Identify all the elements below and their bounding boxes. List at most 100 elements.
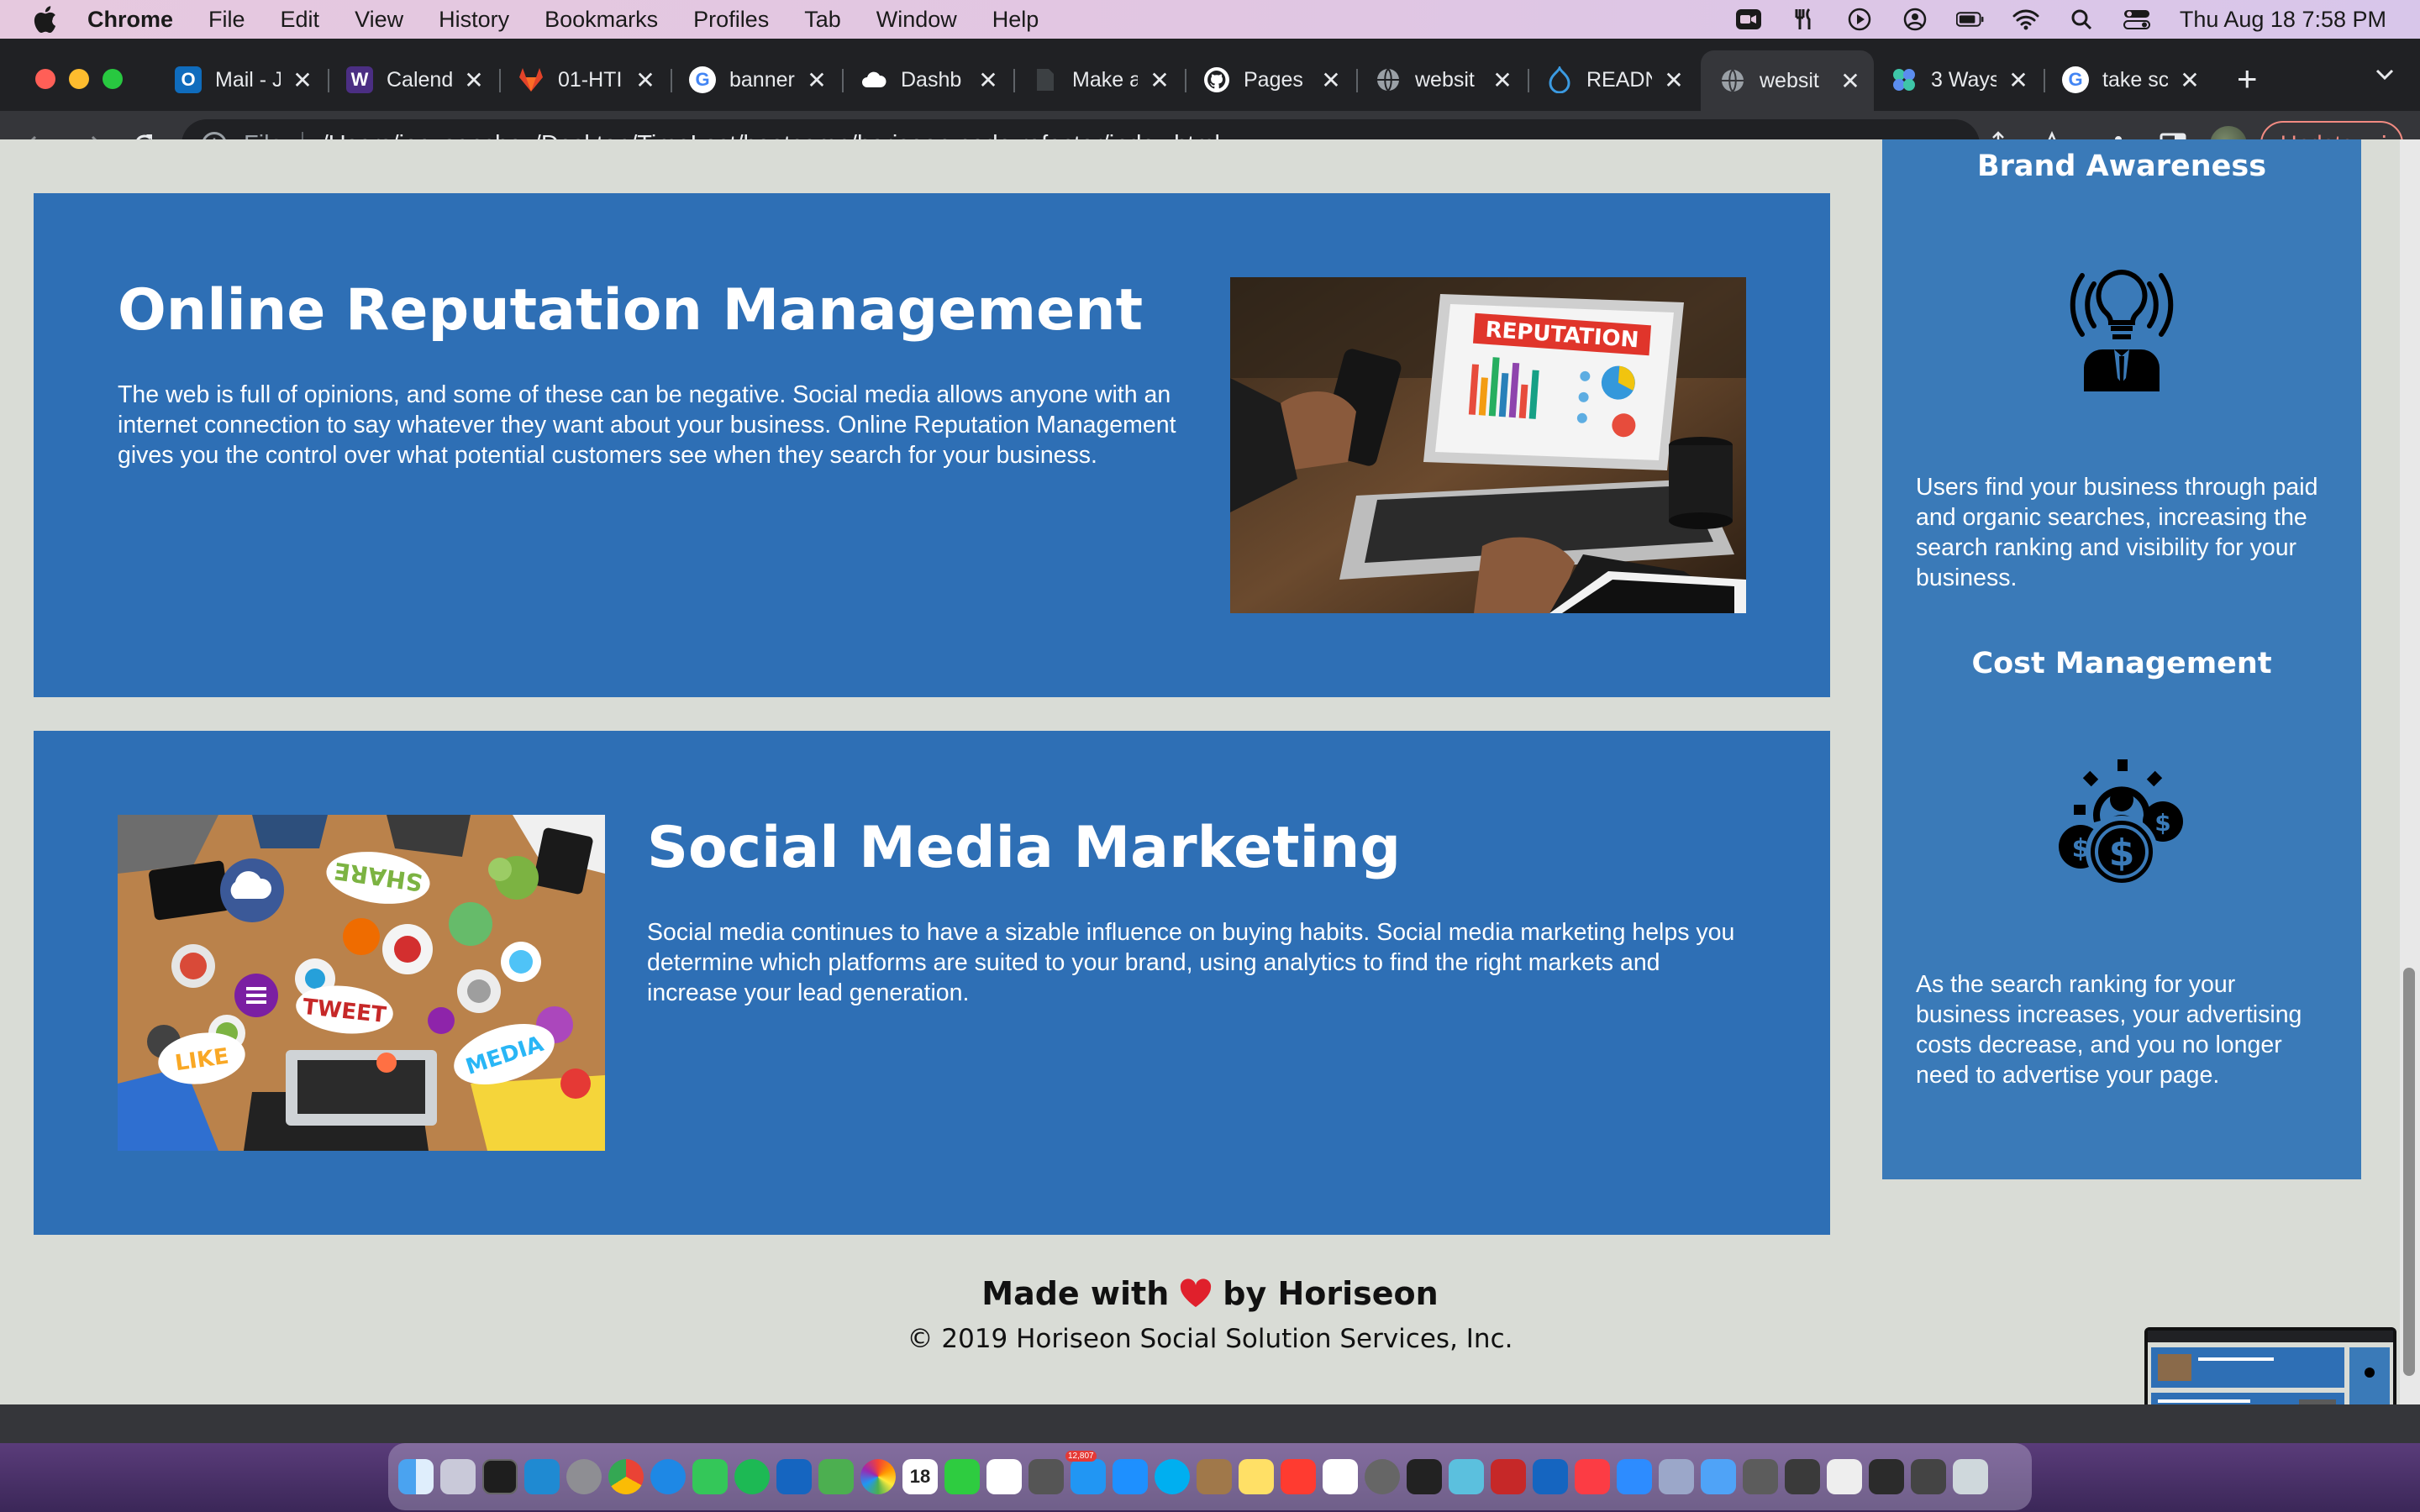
app-icon[interactable] — [1197, 1459, 1232, 1494]
smm-section: SHARE TWEET LIKE MEDIA Social Media Mark… — [34, 731, 1830, 1235]
tab-make-a[interactable]: Make a ✕ — [1032, 60, 1170, 99]
close-tab-icon[interactable]: ✕ — [2008, 66, 2028, 94]
control-center-icon[interactable] — [2123, 7, 2151, 32]
close-tab-icon[interactable]: ✕ — [1321, 66, 1341, 94]
menu-clock[interactable]: Thu Aug 18 7:58 PM — [2180, 7, 2386, 33]
tab-website-active[interactable]: websit ✕ — [1701, 50, 1874, 111]
tab-github-pages[interactable]: Pages ✕ — [1203, 60, 1341, 99]
wifi-icon[interactable] — [2012, 7, 2040, 32]
menu-view[interactable]: View — [355, 7, 403, 33]
app-icon[interactable] — [1365, 1459, 1400, 1494]
close-tab-icon[interactable]: ✕ — [1840, 67, 1860, 95]
menu-profiles[interactable]: Profiles — [693, 7, 769, 33]
tab-calendar[interactable]: W Calend ✕ — [346, 60, 484, 99]
tab-mail[interactable]: O Mail - J ✕ — [175, 60, 313, 99]
menu-window[interactable]: Window — [876, 7, 957, 33]
chevron-down-icon[interactable] — [2375, 64, 2395, 84]
zoom-icon[interactable] — [1734, 7, 1763, 32]
launchpad-icon[interactable] — [440, 1459, 476, 1494]
spotify-icon[interactable] — [734, 1459, 770, 1494]
close-tab-icon[interactable]: ✕ — [2180, 66, 2200, 94]
folder-icon[interactable] — [1911, 1459, 1946, 1494]
play-icon[interactable] — [1845, 7, 1874, 32]
system-preferences-icon[interactable] — [566, 1459, 602, 1494]
folder-icon[interactable] — [1785, 1459, 1820, 1494]
activity-monitor-icon[interactable] — [1407, 1459, 1442, 1494]
menu-app-name[interactable]: Chrome — [87, 7, 173, 33]
close-tab-icon[interactable]: ✕ — [292, 66, 313, 94]
folder-icon[interactable] — [1701, 1459, 1736, 1494]
battery-icon[interactable] — [1955, 7, 1985, 32]
brand-awareness-body: Users find your business through paid an… — [1916, 474, 2318, 591]
w-icon: W — [346, 66, 373, 93]
trash-icon[interactable] — [1953, 1459, 1988, 1494]
search-icon[interactable] — [2067, 7, 2096, 32]
app-icon[interactable] — [1659, 1459, 1694, 1494]
xcode-icon[interactable] — [1533, 1459, 1568, 1494]
close-tab-icon[interactable]: ✕ — [635, 66, 655, 94]
menu-help[interactable]: Help — [992, 7, 1039, 33]
skype-icon[interactable] — [1155, 1459, 1190, 1494]
tab-google-banner[interactable]: G banner ✕ — [689, 60, 827, 99]
menu-tab[interactable]: Tab — [804, 7, 841, 33]
close-tab-icon[interactable]: ✕ — [1664, 66, 1684, 94]
svg-text:$: $ — [2154, 809, 2170, 837]
tab-gitlab[interactable]: 01-HTI ✕ — [518, 60, 655, 99]
menu-file[interactable]: File — [208, 7, 245, 33]
close-tab-icon[interactable]: ✕ — [1492, 66, 1512, 94]
close-tab-icon[interactable]: ✕ — [807, 66, 827, 94]
close-window-button[interactable] — [35, 69, 55, 89]
notes-icon[interactable] — [1239, 1459, 1274, 1494]
tab-3-ways[interactable]: 3 Ways ✕ — [1891, 60, 2028, 99]
close-tab-icon[interactable]: ✕ — [1150, 66, 1170, 94]
calculator-icon[interactable] — [1028, 1459, 1064, 1494]
mail-icon[interactable]: 12,807 — [1065, 1451, 1106, 1494]
reminders-icon[interactable] — [986, 1459, 1022, 1494]
folder-icon[interactable] — [1743, 1459, 1778, 1494]
app-icon[interactable] — [776, 1459, 812, 1494]
minimize-window-button[interactable] — [69, 69, 89, 89]
close-tab-icon[interactable]: ✕ — [978, 66, 998, 94]
app-icon[interactable] — [1449, 1459, 1484, 1494]
tab-readme[interactable]: READN ✕ — [1546, 60, 1684, 99]
numbers-icon[interactable] — [1323, 1459, 1358, 1494]
vertical-scrollbar-thumb[interactable] — [2403, 968, 2415, 1376]
outlook-icon: O — [175, 66, 202, 93]
macos-dock: 18 12,807 — [388, 1443, 2032, 1510]
calendar-icon[interactable]: 18 — [902, 1459, 938, 1494]
close-tab-icon[interactable]: ✕ — [464, 66, 484, 94]
menu-bookmarks[interactable]: Bookmarks — [544, 7, 658, 33]
new-tab-button[interactable]: + — [2237, 59, 2258, 99]
chrome-icon[interactable] — [608, 1459, 644, 1494]
app-store-icon[interactable] — [1113, 1459, 1148, 1494]
news-icon[interactable] — [1281, 1459, 1316, 1494]
menu-history[interactable]: History — [439, 7, 509, 33]
social-media-table-image: SHARE TWEET LIKE MEDIA — [118, 815, 605, 1151]
tab-label: 01-HTI — [558, 67, 623, 92]
tab-label: Mail - J — [215, 67, 281, 92]
vscode-icon[interactable] — [524, 1459, 560, 1494]
tab-dashboard[interactable]: Dashb ✕ — [860, 60, 998, 99]
user-circle-icon[interactable] — [1901, 7, 1929, 32]
terminal-icon[interactable] — [482, 1459, 518, 1494]
photos-icon[interactable] — [860, 1459, 896, 1494]
safari-icon[interactable] — [650, 1459, 686, 1494]
fork-icon[interactable] — [1790, 7, 1818, 32]
zoom-app-icon[interactable] — [1617, 1459, 1652, 1494]
apple-logo-icon[interactable] — [32, 5, 57, 34]
folder-icon[interactable] — [1869, 1459, 1904, 1494]
tab-take-screenshot[interactable]: G take sc ✕ — [2062, 60, 2200, 99]
tab-label: Dashb — [901, 67, 962, 92]
screenshot-thumbnail-preview[interactable] — [2144, 1327, 2396, 1404]
facetime-icon[interactable] — [944, 1459, 980, 1494]
tab-website-1[interactable]: websit ✕ — [1375, 60, 1512, 99]
maps-icon[interactable] — [818, 1459, 854, 1494]
finder-icon[interactable] — [398, 1459, 434, 1494]
menu-edit[interactable]: Edit — [281, 7, 320, 33]
zoom-window-button[interactable] — [103, 69, 123, 89]
app-icon[interactable] — [1491, 1459, 1526, 1494]
music-icon[interactable] — [1575, 1459, 1610, 1494]
folder-icon[interactable] — [1827, 1459, 1862, 1494]
benefits-sidebar: Brand Awareness Users find your business… — [1882, 139, 2361, 1179]
messages-icon[interactable] — [692, 1459, 728, 1494]
